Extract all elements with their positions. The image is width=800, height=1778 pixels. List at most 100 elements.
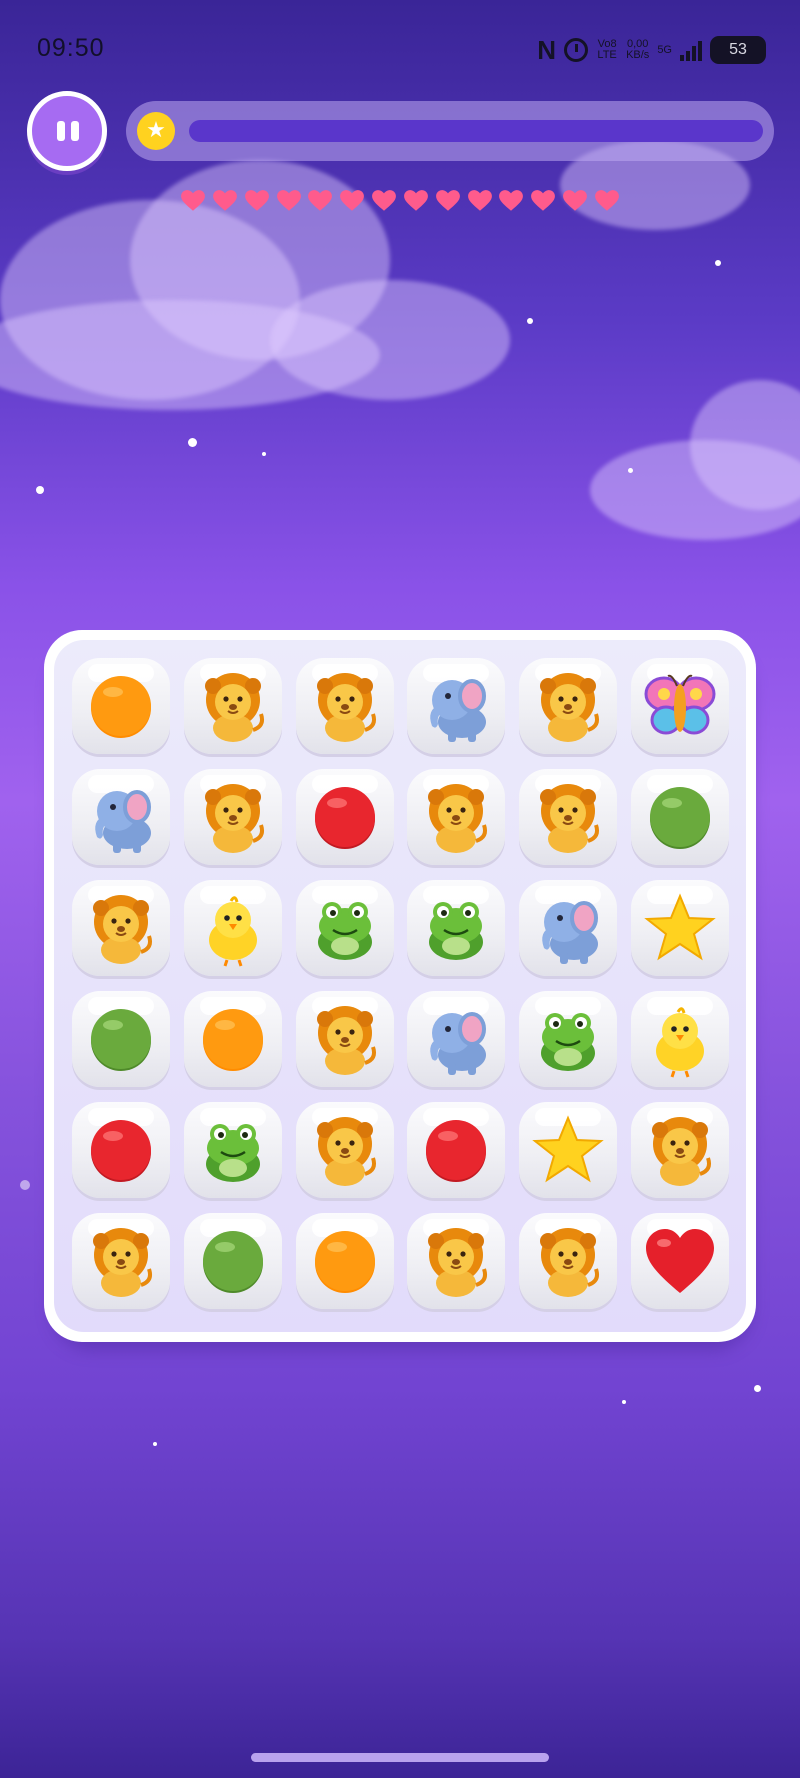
star-icon bbox=[644, 893, 716, 961]
tile-frog[interactable] bbox=[519, 991, 617, 1087]
life-heart-icon bbox=[435, 190, 460, 211]
alarm-icon bbox=[564, 38, 589, 62]
tile-red-ball[interactable] bbox=[296, 769, 394, 865]
red-ball-icon bbox=[426, 1120, 486, 1182]
frog-icon bbox=[541, 1013, 595, 1071]
nfc-icon: N bbox=[537, 34, 557, 65]
tile-elephant[interactable] bbox=[407, 991, 505, 1087]
life-heart-icon bbox=[372, 190, 396, 211]
green-ball-icon bbox=[91, 1009, 151, 1071]
battery-level: 53 bbox=[729, 41, 747, 58]
tile-star[interactable] bbox=[519, 1102, 617, 1198]
pause-icon-bar bbox=[71, 121, 79, 141]
elephant-icon bbox=[542, 901, 598, 964]
tile-chick[interactable] bbox=[631, 991, 729, 1087]
life-heart-icon bbox=[181, 190, 205, 211]
tile-elephant[interactable] bbox=[72, 769, 170, 865]
game-board bbox=[44, 630, 756, 1342]
tile-green-ball[interactable] bbox=[72, 991, 170, 1087]
network-type: Vo8 LTE bbox=[597, 38, 617, 61]
tile-lion[interactable] bbox=[184, 769, 282, 865]
life-heart-icon bbox=[595, 190, 619, 211]
red-ball-icon bbox=[91, 1120, 151, 1182]
lion-icon bbox=[540, 784, 599, 853]
lion-icon bbox=[205, 784, 264, 853]
life-heart-icon bbox=[467, 190, 492, 211]
life-heart-icon bbox=[276, 190, 301, 211]
life-heart-icon bbox=[531, 190, 556, 211]
tile-orange-ball[interactable] bbox=[72, 658, 170, 754]
red-ball-icon bbox=[315, 787, 375, 849]
tile-butterfly[interactable] bbox=[631, 658, 729, 754]
board-grid bbox=[54, 640, 746, 1332]
status-time: 09:50 bbox=[37, 34, 105, 62]
elephant-icon bbox=[95, 790, 151, 853]
life-heart-icon bbox=[563, 190, 588, 211]
orange-ball-icon bbox=[203, 1009, 263, 1071]
orange-ball-icon bbox=[315, 1231, 375, 1293]
tile-lion[interactable] bbox=[72, 880, 170, 976]
life-heart-icon bbox=[403, 190, 428, 211]
tile-elephant[interactable] bbox=[407, 658, 505, 754]
frog-icon bbox=[429, 902, 483, 960]
life-heart-icon bbox=[340, 190, 365, 211]
star-icon: ★ bbox=[137, 112, 175, 150]
tile-lion[interactable] bbox=[519, 658, 617, 754]
tile-lion[interactable] bbox=[184, 658, 282, 754]
lion-icon bbox=[428, 1228, 487, 1297]
elephant-icon bbox=[430, 1012, 486, 1075]
tile-lion[interactable] bbox=[407, 1213, 505, 1309]
tile-lion[interactable] bbox=[407, 769, 505, 865]
lion-icon bbox=[317, 673, 376, 742]
tile-lion[interactable] bbox=[519, 1213, 617, 1309]
lion-icon bbox=[540, 673, 599, 742]
tile-green-ball[interactable] bbox=[184, 1213, 282, 1309]
signal-type: 5G bbox=[657, 43, 672, 56]
star-icon bbox=[532, 1115, 604, 1183]
tile-lion[interactable] bbox=[631, 1102, 729, 1198]
tile-red-ball[interactable] bbox=[407, 1102, 505, 1198]
tile-star[interactable] bbox=[631, 880, 729, 976]
elephant-icon bbox=[430, 679, 486, 742]
pause-button[interactable] bbox=[27, 91, 107, 171]
tile-green-ball[interactable] bbox=[631, 769, 729, 865]
level-progress-bar: ★ bbox=[126, 101, 774, 161]
heart-icon bbox=[646, 1229, 714, 1293]
lion-icon bbox=[540, 1228, 599, 1297]
battery-icon: 53 bbox=[710, 36, 766, 64]
tile-heart[interactable] bbox=[631, 1213, 729, 1309]
home-indicator[interactable] bbox=[251, 1753, 549, 1762]
tile-orange-ball[interactable] bbox=[184, 991, 282, 1087]
lives-row bbox=[180, 188, 620, 218]
tile-lion[interactable] bbox=[72, 1213, 170, 1309]
tile-chick[interactable] bbox=[184, 880, 282, 976]
tile-frog[interactable] bbox=[184, 1102, 282, 1198]
tile-lion[interactable] bbox=[296, 991, 394, 1087]
progress-fill bbox=[189, 120, 763, 142]
lion-icon bbox=[428, 784, 487, 853]
status-icons: N Vo8 LTE 0,00 KB/s 5G 53 bbox=[537, 34, 766, 66]
lion-icon bbox=[317, 1006, 376, 1075]
status-bar: 09:50 N Vo8 LTE 0,00 KB/s 5G 53 bbox=[0, 0, 800, 100]
tile-lion[interactable] bbox=[519, 769, 617, 865]
frog-icon bbox=[206, 1124, 260, 1182]
orange-ball-icon bbox=[91, 676, 151, 738]
lion-icon bbox=[93, 895, 152, 964]
tile-lion[interactable] bbox=[296, 1102, 394, 1198]
green-ball-icon bbox=[650, 787, 710, 849]
signal-icon bbox=[680, 39, 702, 61]
lion-icon bbox=[205, 673, 264, 742]
lion-icon bbox=[93, 1228, 152, 1297]
tile-lion[interactable] bbox=[296, 658, 394, 754]
lion-icon bbox=[652, 1117, 711, 1186]
tile-frog[interactable] bbox=[296, 880, 394, 976]
pause-icon bbox=[57, 121, 65, 141]
tile-orange-ball[interactable] bbox=[296, 1213, 394, 1309]
frog-icon bbox=[318, 902, 372, 960]
chick-icon bbox=[656, 1007, 704, 1078]
life-heart-icon bbox=[308, 190, 333, 211]
tile-red-ball[interactable] bbox=[72, 1102, 170, 1198]
net-speed: 0,00 KB/s bbox=[626, 39, 649, 61]
tile-elephant[interactable] bbox=[519, 880, 617, 976]
tile-frog[interactable] bbox=[407, 880, 505, 976]
